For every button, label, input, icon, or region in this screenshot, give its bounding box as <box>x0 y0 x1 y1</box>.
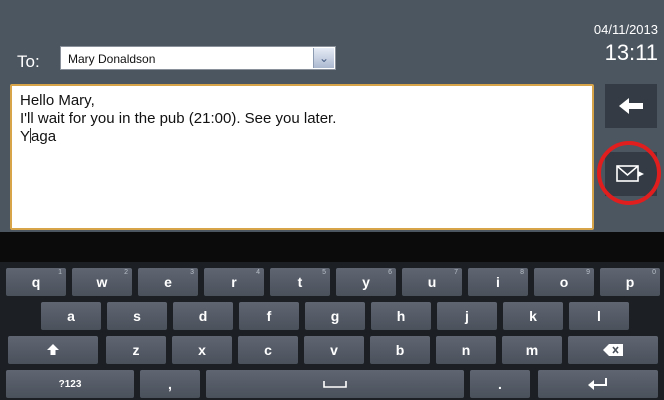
key-f-label: f <box>266 308 272 324</box>
key-i-label: i <box>496 274 500 290</box>
key-e-hint: 3 <box>190 269 194 276</box>
key-x[interactable]: x <box>172 336 232 364</box>
message-textarea[interactable]: Hello Mary, I'll wait for you in the pub… <box>10 84 594 230</box>
key-n-label: n <box>461 342 471 358</box>
key-l[interactable]: l <box>569 302 629 330</box>
recipient-value: Mary Donaldson <box>68 52 156 66</box>
key-a[interactable]: a <box>41 302 101 330</box>
key-g[interactable]: g <box>305 302 365 330</box>
key-d[interactable]: d <box>173 302 233 330</box>
key-v[interactable]: v <box>304 336 364 364</box>
key-h[interactable]: h <box>371 302 431 330</box>
left-arrow-icon <box>619 98 643 114</box>
key-l-label: l <box>597 308 601 324</box>
key-s[interactable]: s <box>107 302 167 330</box>
key-x-label: x <box>198 342 206 358</box>
key-e[interactable]: e3 <box>138 268 198 296</box>
space-icon <box>323 381 347 388</box>
key-p[interactable]: p0 <box>600 268 660 296</box>
key-g-label: g <box>330 308 340 324</box>
key-r-hint: 4 <box>256 269 260 276</box>
key-c[interactable]: c <box>238 336 298 364</box>
key-d-label: d <box>198 308 208 324</box>
key-z-label: z <box>132 342 140 358</box>
key-o-label: o <box>559 274 569 290</box>
key-z[interactable]: z <box>106 336 166 364</box>
enter-icon <box>588 378 607 390</box>
time-display: 13:11 <box>604 40 658 65</box>
key-y-label: y <box>362 274 370 290</box>
key-y[interactable]: y6 <box>336 268 396 296</box>
period-key[interactable]: . <box>470 370 530 398</box>
message-text: Y <box>20 128 31 145</box>
key-q-hint: 1 <box>58 269 62 276</box>
space-key[interactable] <box>206 370 464 398</box>
highlight-circle <box>597 141 661 205</box>
shift-key[interactable] <box>8 336 98 364</box>
key-t-label: t <box>297 274 303 290</box>
backspace-key[interactable] <box>568 336 658 364</box>
key-m-label: m <box>525 342 539 358</box>
shift-icon <box>47 344 59 355</box>
key-u-label: u <box>427 274 437 290</box>
key-q-label: q <box>31 274 41 290</box>
on-screen-keyboard: q 1 w 2 e 3 r 4 t 5 y 6 u 7 i 8 o 9 p 0 a s d f g h j k l z x c v b n m ?123… <box>0 262 664 400</box>
key-i[interactable]: i8 <box>468 268 528 296</box>
key-b-label: b <box>395 342 405 358</box>
symbols-key[interactable]: ?123 <box>6 370 134 398</box>
key-q[interactable]: q1 <box>6 268 66 296</box>
key-t[interactable]: t5 <box>270 268 330 296</box>
to-label: To: <box>17 52 40 71</box>
key-u[interactable]: u7 <box>402 268 462 296</box>
key-s-label: s <box>133 308 141 324</box>
key-n[interactable]: n <box>436 336 496 364</box>
key-k-label: k <box>529 308 537 324</box>
key-o[interactable]: o9 <box>534 268 594 296</box>
symbols-key-label: ?123 <box>58 378 82 390</box>
keyboard-suggestion-bar <box>0 232 664 262</box>
key-r[interactable]: r4 <box>204 268 264 296</box>
message-text: aga <box>31 128 57 145</box>
key-j-label: j <box>465 308 469 324</box>
enter-key[interactable] <box>538 370 658 398</box>
period-key-label: . <box>498 376 502 392</box>
key-k[interactable]: k <box>503 302 563 330</box>
comma-key[interactable]: , <box>140 370 200 398</box>
key-w-hint: 2 <box>124 269 128 276</box>
key-v-label: v <box>330 342 338 358</box>
key-o-hint: 9 <box>586 269 590 276</box>
message-line: I'll wait for you in the pub (21:00). Se… <box>20 110 337 127</box>
key-r-label: r <box>231 274 237 290</box>
key-t-hint: 5 <box>322 269 326 276</box>
chevron-down-icon[interactable]: ⌄ <box>313 48 334 68</box>
key-w-label: w <box>96 274 108 290</box>
key-a-label: a <box>67 308 75 324</box>
key-m[interactable]: m <box>502 336 562 364</box>
key-u-hint: 7 <box>454 269 458 276</box>
key-h-label: h <box>396 308 406 324</box>
comma-key-label: , <box>168 376 172 392</box>
key-w[interactable]: w2 <box>72 268 132 296</box>
key-j[interactable]: j <box>437 302 497 330</box>
date-display: 04/11/2013 <box>593 22 658 37</box>
key-b[interactable]: b <box>370 336 430 364</box>
key-f[interactable]: f <box>239 302 299 330</box>
key-c-label: c <box>264 342 272 358</box>
message-line: Hello Mary, <box>20 92 95 109</box>
back-button[interactable] <box>605 84 657 128</box>
key-p-label: p <box>625 274 635 290</box>
message-line-signature: Yaga <box>20 128 584 146</box>
key-e-label: e <box>164 274 172 290</box>
recipient-select[interactable]: Mary Donaldson ⌄ <box>60 46 336 70</box>
key-p-hint: 0 <box>652 269 656 276</box>
key-y-hint: 6 <box>388 269 392 276</box>
backspace-icon <box>603 344 623 356</box>
key-i-hint: 8 <box>520 269 524 276</box>
